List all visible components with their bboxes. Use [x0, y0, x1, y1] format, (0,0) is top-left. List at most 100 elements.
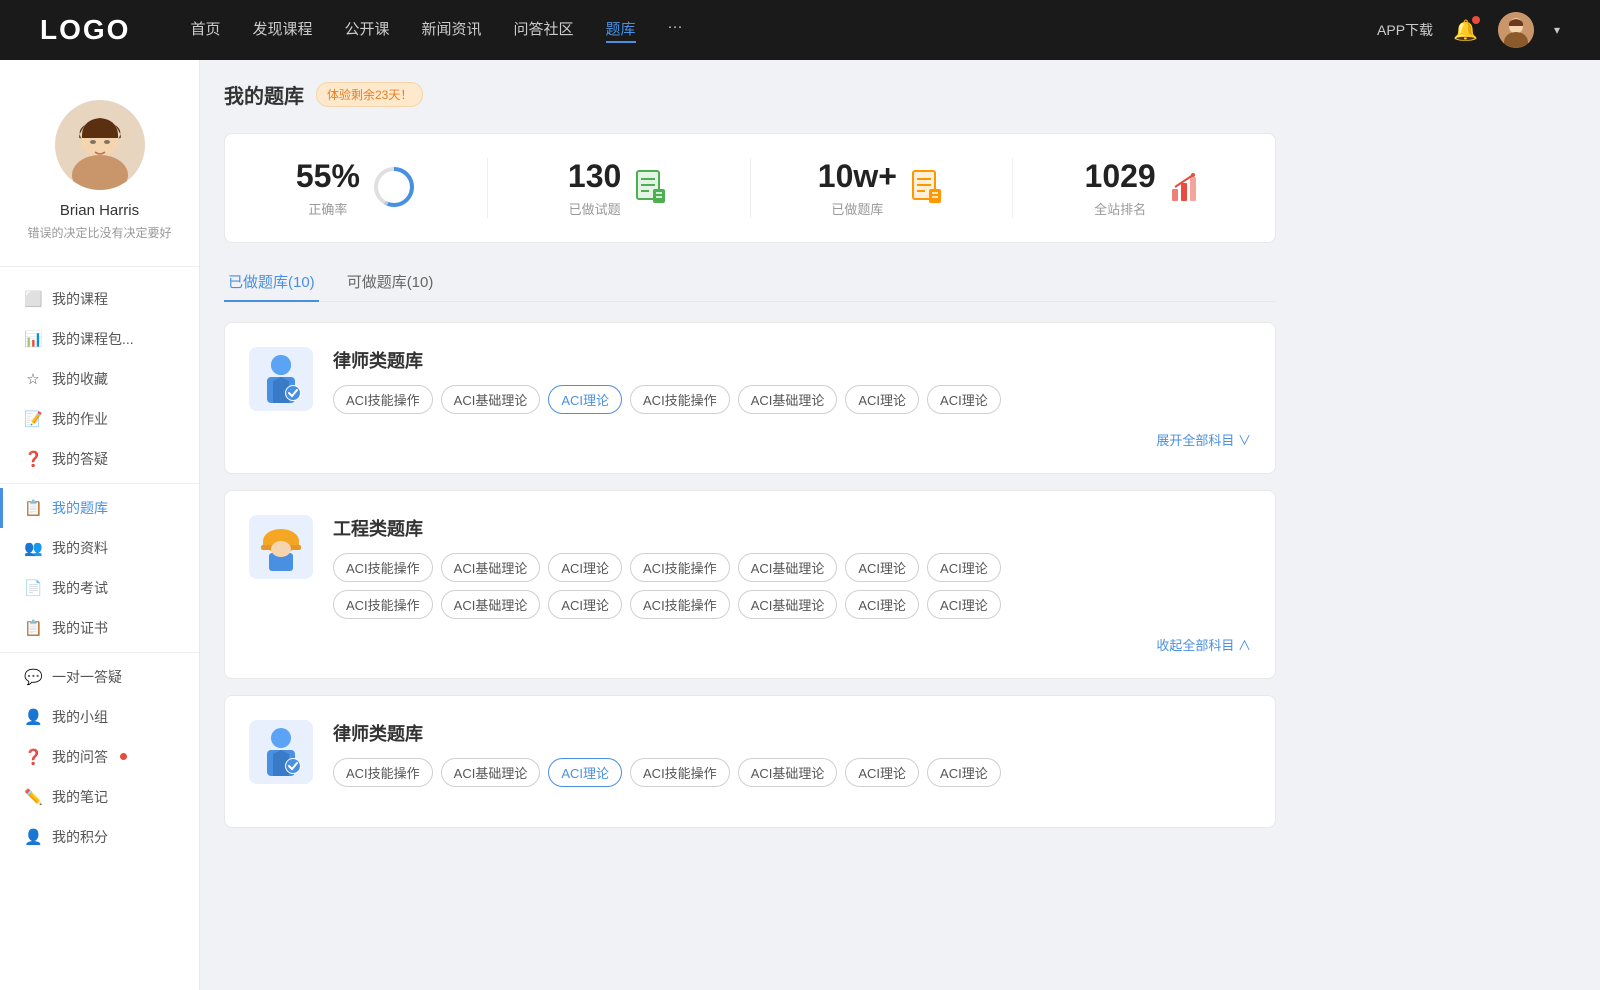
- sidebar-item-points[interactable]: 👤 我的积分: [0, 817, 199, 857]
- sidebar-item-exam[interactable]: 📄 我的考试: [0, 568, 199, 608]
- navbar-menu: 首页 发现课程 公开课 新闻资讯 问答社区 题库 ···: [190, 18, 1377, 43]
- collapse-btn-2[interactable]: 收起全部科目 ∧: [249, 635, 1251, 654]
- tag-1-2[interactable]: ACI理论: [548, 385, 622, 414]
- tag-3-5[interactable]: ACI理论: [845, 758, 919, 787]
- qbank-tags-1: ACI技能操作 ACI基础理论 ACI理论 ACI技能操作 ACI基础理论 AC…: [333, 385, 1251, 414]
- qa-badge: [120, 753, 127, 760]
- qbank-lawyer-icon-1: [249, 347, 313, 411]
- sidebar-item-profile[interactable]: 👥 我的资料: [0, 528, 199, 568]
- tag-1-5[interactable]: ACI理论: [845, 385, 919, 414]
- points-icon: 👤: [24, 828, 42, 846]
- sidebar-item-label: 我的课程: [52, 289, 108, 309]
- tag-3-3[interactable]: ACI技能操作: [630, 758, 730, 787]
- sidebar-item-label: 我的问答: [52, 747, 108, 767]
- tag-2-13[interactable]: ACI理论: [927, 590, 1001, 619]
- nav-item-news[interactable]: 新闻资讯: [422, 18, 482, 43]
- navbar-logo[interactable]: LOGO: [40, 14, 130, 46]
- stat-qbank-content: 10w+ 已做题库: [818, 158, 897, 218]
- tag-3-4[interactable]: ACI基础理论: [738, 758, 838, 787]
- tag-2-11[interactable]: ACI基础理论: [738, 590, 838, 619]
- sidebar-item-course[interactable]: ⬜ 我的课程: [0, 279, 199, 319]
- sidebar-item-label: 我的作业: [52, 409, 108, 429]
- stat-rank-label: 全站排名: [1085, 199, 1156, 218]
- cert-icon: 📋: [24, 619, 42, 637]
- sidebar-item-notes[interactable]: ✏️ 我的笔记: [0, 777, 199, 817]
- notes-icon: ✏️: [24, 788, 42, 806]
- page-title: 我的题库: [224, 80, 304, 109]
- sidebar-item-coursepack[interactable]: 📊 我的课程包...: [0, 319, 199, 359]
- sidebar-item-questions[interactable]: ❓ 我的答疑: [0, 439, 199, 479]
- qbank-card-2: 工程类题库 ACI技能操作 ACI基础理论 ACI理论 ACI技能操作 ACI基…: [224, 490, 1276, 679]
- chat-icon: 💬: [24, 668, 42, 686]
- qbank-card-1-content: 律师类题库 ACI技能操作 ACI基础理论 ACI理论 ACI技能操作 ACI基…: [333, 347, 1251, 414]
- stat-rank-number: 1029: [1085, 158, 1156, 195]
- tab-available-qbanks[interactable]: 可做题库(10): [343, 263, 438, 302]
- sidebar-item-label: 我的证书: [52, 618, 108, 638]
- tag-3-1[interactable]: ACI基础理论: [441, 758, 541, 787]
- page-header: 我的题库 体验剩余23天！: [224, 80, 1276, 109]
- qbank-tags-3: ACI技能操作 ACI基础理论 ACI理论 ACI技能操作 ACI基础理论 AC…: [333, 758, 1251, 787]
- tag-2-6[interactable]: ACI理论: [927, 553, 1001, 582]
- homework-icon: 📝: [24, 410, 42, 428]
- stat-done-questions: 130 已做试题: [488, 158, 751, 218]
- stat-accuracy-content: 55% 正确率: [296, 158, 360, 218]
- tag-1-3[interactable]: ACI技能操作: [630, 385, 730, 414]
- nav-item-discover[interactable]: 发现课程: [252, 18, 312, 43]
- tag-1-1[interactable]: ACI基础理论: [441, 385, 541, 414]
- tag-2-0[interactable]: ACI技能操作: [333, 553, 433, 582]
- app-download-link[interactable]: APP下载: [1377, 20, 1433, 40]
- nav-item-opencourse[interactable]: 公开课: [344, 18, 389, 43]
- stats-bar: 55% 正确率 130 已做试题: [224, 133, 1276, 243]
- page-wrapper: Brian Harris 错误的决定比没有决定要好 ⬜ 我的课程 📊 我的课程包…: [0, 60, 1600, 990]
- tag-3-6[interactable]: ACI理论: [927, 758, 1001, 787]
- tag-3-0[interactable]: ACI技能操作: [333, 758, 433, 787]
- tag-2-7[interactable]: ACI技能操作: [333, 590, 433, 619]
- sidebar-item-group[interactable]: 👤 我的小组: [0, 697, 199, 737]
- qbank-tags-2-row2: ACI技能操作 ACI基础理论 ACI理论 ACI技能操作 ACI基础理论 AC…: [333, 590, 1251, 619]
- tag-2-3[interactable]: ACI技能操作: [630, 553, 730, 582]
- nav-item-qa[interactable]: 问答社区: [514, 18, 574, 43]
- sidebar-divider-2: [0, 652, 199, 653]
- tag-2-2[interactable]: ACI理论: [548, 553, 622, 582]
- nav-item-more[interactable]: ···: [668, 18, 683, 43]
- tag-1-0[interactable]: ACI技能操作: [333, 385, 433, 414]
- tag-2-4[interactable]: ACI基础理论: [738, 553, 838, 582]
- stat-rank-content: 1029 全站排名: [1085, 158, 1156, 218]
- notification-bell[interactable]: 🔔: [1453, 18, 1478, 43]
- tag-2-10[interactable]: ACI技能操作: [630, 590, 730, 619]
- sidebar-motto: 错误的决定比没有决定要好: [16, 225, 183, 242]
- tag-3-2[interactable]: ACI理论: [548, 758, 622, 787]
- sidebar-item-certificate[interactable]: 📋 我的证书: [0, 608, 199, 648]
- sidebar-item-my-qa[interactable]: ❓ 我的问答: [0, 737, 199, 777]
- sidebar-item-label: 我的题库: [52, 498, 108, 518]
- tag-1-4[interactable]: ACI基础理论: [738, 385, 838, 414]
- tag-1-6[interactable]: ACI理论: [927, 385, 1001, 414]
- sidebar-item-homework[interactable]: 📝 我的作业: [0, 399, 199, 439]
- tag-2-8[interactable]: ACI基础理论: [441, 590, 541, 619]
- sidebar-item-label: 我的小组: [52, 707, 108, 727]
- sidebar-item-favorites[interactable]: ☆ 我的收藏: [0, 359, 199, 399]
- qbank-tags-2-row1: ACI技能操作 ACI基础理论 ACI理论 ACI技能操作 ACI基础理论 AC…: [333, 553, 1251, 582]
- tag-2-5[interactable]: ACI理论: [845, 553, 919, 582]
- user-avatar[interactable]: [1498, 12, 1534, 48]
- tag-2-9[interactable]: ACI理论: [548, 590, 622, 619]
- user-dropdown-arrow[interactable]: ▾: [1554, 23, 1560, 37]
- tag-2-1[interactable]: ACI基础理论: [441, 553, 541, 582]
- qbank-card-3-header: 律师类题库 ACI技能操作 ACI基础理论 ACI理论 ACI技能操作 ACI基…: [249, 720, 1251, 787]
- sidebar-item-qbank[interactable]: 📋 我的题库: [0, 488, 199, 528]
- stat-done-number: 130: [568, 158, 621, 195]
- expand-btn-1[interactable]: 展开全部科目 ∨: [249, 430, 1251, 449]
- stat-ranking: 1029 全站排名: [1013, 158, 1275, 218]
- accuracy-chart-icon: [372, 165, 416, 212]
- sidebar-item-onetoone[interactable]: 💬 一对一答疑: [0, 657, 199, 697]
- stat-qbank-number: 10w+: [818, 158, 897, 195]
- qbank-title-1: 律师类题库: [333, 347, 1251, 373]
- tab-done-qbanks[interactable]: 已做题库(10): [224, 263, 319, 302]
- nav-item-qbank[interactable]: 题库: [606, 18, 636, 43]
- tag-2-12[interactable]: ACI理论: [845, 590, 919, 619]
- course-icon: ⬜: [24, 290, 42, 308]
- sidebar-menu: ⬜ 我的课程 📊 我的课程包... ☆ 我的收藏 📝 我的作业 ❓ 我的答疑 📋: [0, 267, 199, 869]
- nav-item-home[interactable]: 首页: [190, 18, 220, 43]
- chart-red-icon: [1168, 169, 1204, 208]
- star-icon: ☆: [24, 370, 42, 388]
